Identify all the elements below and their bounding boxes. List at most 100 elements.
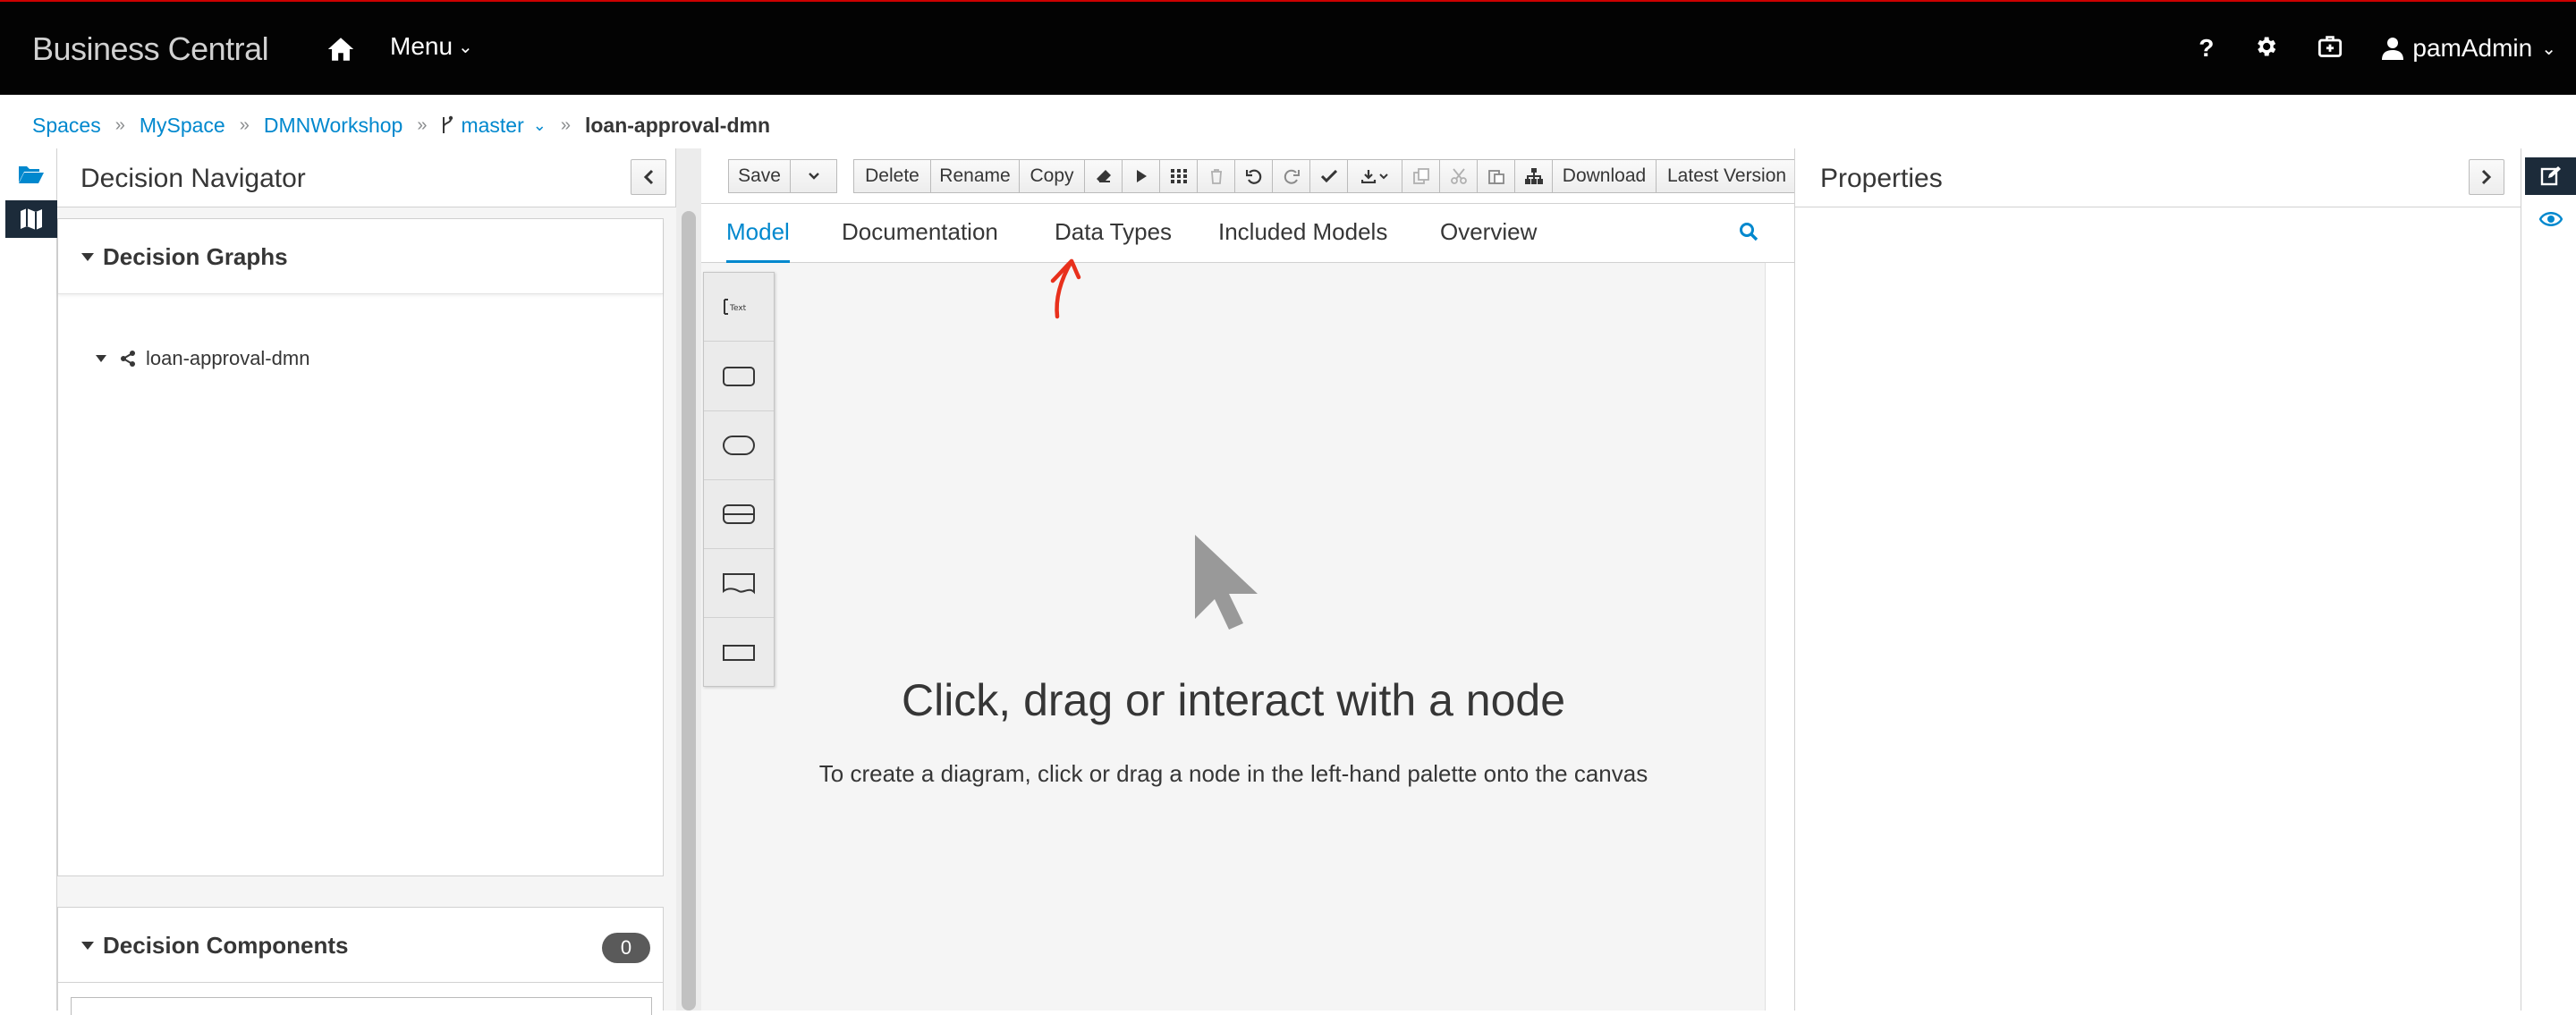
- undo-icon[interactable]: [1234, 159, 1273, 193]
- navigator-header: Decision Navigator: [57, 148, 675, 207]
- svg-text:Text: Text: [729, 304, 747, 313]
- dmn-editor: Save Delete Rename Copy Download Latest …: [701, 148, 1794, 1011]
- search-icon[interactable]: [1739, 222, 1758, 246]
- chevron-left-icon: [643, 169, 654, 185]
- latest-version-button[interactable]: Latest Version: [1656, 159, 1794, 193]
- decision-graphs-header[interactable]: Decision Graphs: [58, 219, 663, 294]
- tab-included-models[interactable]: Included Models: [1218, 218, 1387, 263]
- decision-graphs-title: Decision Graphs: [103, 243, 288, 270]
- breadcrumb-separator-icon: »: [239, 114, 250, 135]
- eraser-icon[interactable]: [1084, 159, 1123, 193]
- collapse-properties-button[interactable]: [2469, 159, 2504, 195]
- menu-label: Menu: [390, 32, 453, 60]
- tab-overview[interactable]: Overview: [1440, 218, 1537, 263]
- redo-icon[interactable]: [1272, 159, 1310, 193]
- breadcrumb-separator-icon: »: [417, 114, 428, 135]
- first-aid-kit-icon[interactable]: [2318, 34, 2343, 63]
- editor-tabs: Model Documentation Data Types Included …: [701, 204, 1794, 263]
- export-download-icon[interactable]: [1347, 159, 1402, 193]
- decision-components-header[interactable]: Decision Components 0: [58, 908, 663, 983]
- mouse-pointer-icon: [1193, 533, 1261, 639]
- grid-icon[interactable]: [1159, 159, 1198, 193]
- chevron-down-icon: ⌄: [532, 115, 547, 134]
- dmn-bkm-icon[interactable]: [704, 480, 774, 549]
- scrollbar-thumb[interactable]: [682, 211, 696, 1011]
- branch-selector[interactable]: master ⌄: [441, 113, 547, 138]
- tab-model[interactable]: Model: [726, 218, 790, 263]
- components-filter-input[interactable]: [71, 997, 652, 1015]
- rename-button[interactable]: Rename: [930, 159, 1020, 193]
- brand-logo[interactable]: Business Central: [32, 30, 269, 68]
- collapse-navigator-button[interactable]: [631, 159, 666, 195]
- empty-canvas-subtitle: To create a diagram, click or drag a nod…: [818, 760, 1648, 787]
- breadcrumb-current-asset: loan-approval-dmn: [584, 113, 770, 137]
- breadcrumb: Spaces » MySpace » DMNWorkshop » master …: [32, 109, 770, 141]
- save-button[interactable]: Save: [728, 159, 791, 193]
- left-dock: [0, 148, 57, 1011]
- validate-check-icon[interactable]: [1309, 159, 1348, 193]
- map-icon[interactable]: [5, 200, 57, 238]
- right-dock: [2521, 148, 2576, 1011]
- folder-open-icon[interactable]: [5, 156, 57, 193]
- gear-icon[interactable]: [2253, 34, 2278, 63]
- user-menu[interactable]: pamAdmin ⌄: [2382, 34, 2556, 63]
- chevron-down-icon: ⌄: [458, 38, 473, 57]
- graph-item-label: loan-approval-dmn: [146, 347, 310, 369]
- navigator-title: Decision Navigator: [80, 164, 306, 193]
- chevron-down-icon: [808, 173, 819, 180]
- empty-canvas-title: Click, drag or interact with a node: [901, 675, 1566, 725]
- top-right-actions: ? pamAdmin ⌄: [2199, 29, 2556, 68]
- paste-icon[interactable]: [1477, 159, 1515, 193]
- delete-button[interactable]: Delete: [853, 159, 931, 193]
- help-icon[interactable]: ?: [2199, 34, 2214, 63]
- top-navbar: Business Central Menu ⌄ ? pamAdmin ⌄: [0, 0, 2576, 95]
- properties-header: Properties: [1795, 148, 2521, 207]
- decision-components-title: Decision Components: [103, 932, 349, 959]
- menu-dropdown[interactable]: Menu ⌄: [390, 32, 473, 61]
- dmn-decision-icon[interactable]: [704, 411, 774, 480]
- play-icon[interactable]: [1122, 159, 1160, 193]
- user-name: pamAdmin: [2412, 34, 2533, 62]
- graph-tree-item[interactable]: loan-approval-dmn: [96, 344, 309, 373]
- canvas-scrollbar[interactable]: [1766, 263, 1794, 1011]
- breadcrumb-space[interactable]: MySpace: [140, 114, 225, 138]
- components-count-badge: 0: [602, 933, 650, 963]
- properties-title: Properties: [1820, 164, 1943, 193]
- breadcrumb-spaces[interactable]: Spaces: [32, 114, 101, 138]
- download-button[interactable]: Download: [1552, 159, 1657, 193]
- branch-icon: [443, 115, 453, 133]
- dmn-knowledge-source-icon[interactable]: [704, 549, 774, 618]
- decision-navigator-panel: Decision Navigator Decision Graphs loan-…: [57, 148, 676, 1015]
- decision-components-section: Decision Components 0: [57, 907, 664, 1015]
- diagram-canvas[interactable]: Text Click, drag or interact with a node…: [701, 263, 1766, 1011]
- node-palette: Text: [703, 272, 775, 687]
- branch-name: master: [461, 113, 524, 137]
- dmn-decision-service-icon[interactable]: Text: [704, 273, 774, 342]
- chevron-down-icon: ⌄: [2541, 38, 2556, 59]
- user-icon: [2382, 38, 2404, 60]
- copy-button[interactable]: Copy: [1019, 159, 1085, 193]
- breadcrumb-separator-icon: »: [114, 114, 125, 135]
- chevron-right-icon: [2481, 169, 2492, 185]
- breadcrumb-project[interactable]: DMNWorkshop: [264, 114, 403, 138]
- copy-selection-icon[interactable]: [1402, 159, 1440, 193]
- sitemap-icon[interactable]: [1514, 159, 1553, 193]
- edit-icon[interactable]: [2525, 157, 2576, 195]
- caret-down-icon: [81, 942, 94, 950]
- save-options-button[interactable]: [790, 159, 837, 193]
- caret-down-icon: [81, 253, 94, 261]
- cut-icon[interactable]: [1439, 159, 1478, 193]
- editor-toolbar: Save Delete Rename Copy Download Latest …: [701, 148, 1794, 204]
- caret-down-icon: [96, 355, 106, 362]
- home-icon[interactable]: [326, 34, 356, 64]
- navigator-body: Decision Graphs loan-approval-dmn Decisi…: [57, 207, 676, 1015]
- properties-panel: Properties: [1794, 148, 2521, 1011]
- breadcrumb-separator-icon: »: [560, 114, 571, 135]
- trash-icon[interactable]: [1197, 159, 1235, 193]
- dmn-input-data-icon[interactable]: [704, 343, 774, 411]
- share-nodes-icon: [121, 351, 135, 367]
- tab-documentation[interactable]: Documentation: [842, 218, 998, 263]
- annotation-arrow-icon: [1048, 249, 1084, 325]
- navigator-scrollbar[interactable]: [676, 148, 701, 1011]
- eye-icon[interactable]: [2525, 200, 2576, 238]
